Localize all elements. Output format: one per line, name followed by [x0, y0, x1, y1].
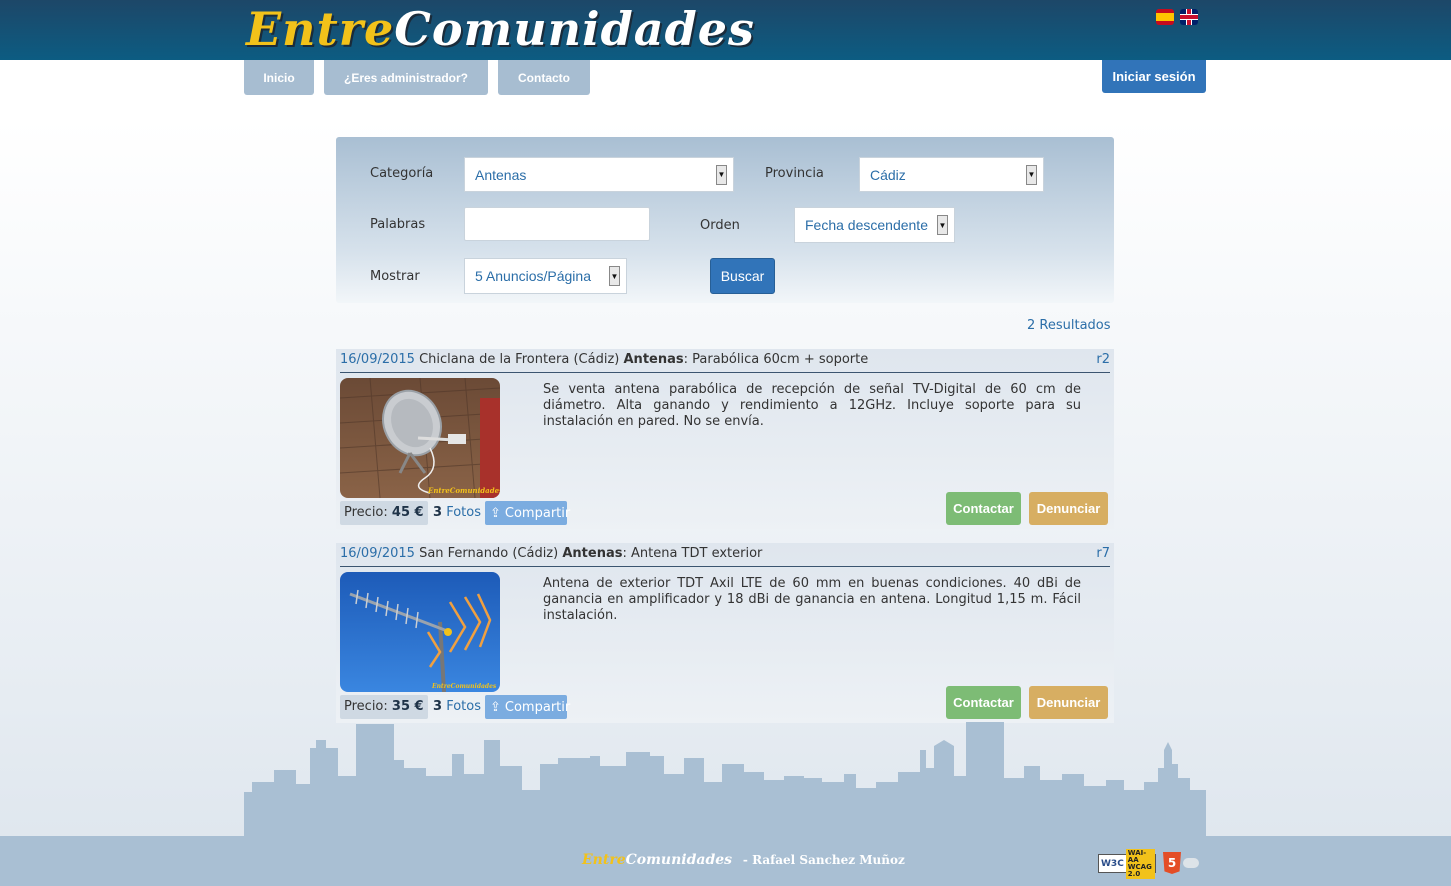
photos-count: 3: [433, 505, 443, 520]
wai-aa-badge-icon[interactable]: W3C WAI-AA WCAG 2.0: [1098, 848, 1156, 879]
chevron-down-icon: ▼: [1026, 164, 1037, 185]
ad-reference[interactable]: r7: [1096, 543, 1110, 565]
categoria-value: Antenas: [475, 166, 527, 183]
html5-toggle-icon: [1183, 858, 1199, 868]
ad-title: : Antena TDT exterior: [622, 546, 763, 561]
photos-label: Fotos: [446, 699, 481, 714]
photos-count: 3: [433, 699, 443, 714]
ad-date: 16/09/2015: [340, 352, 415, 367]
contact-button[interactable]: Contactar: [946, 686, 1021, 719]
share-label: Compartir: [504, 699, 571, 715]
wai-aa-text: WAI-AA: [1127, 848, 1147, 864]
ad-location: San Fernando (Cádiz): [419, 546, 559, 561]
footer-credit: EntreComunidades - Rafael Sanchez Muñoz: [582, 852, 905, 868]
orden-label: Orden: [700, 218, 740, 233]
city-skyline-illustration: [244, 722, 1206, 838]
site-footer: EntreComunidades - Rafael Sanchez Muñoz …: [0, 836, 1451, 886]
ad-card: 16/09/2015 San Fernando (Cádiz) Antenas:…: [336, 543, 1114, 723]
share-button[interactable]: ⇪ Compartir: [485, 695, 571, 719]
wai-aa-label: WAI-AA WCAG 2.0: [1125, 848, 1155, 879]
buscar-button[interactable]: Buscar: [710, 258, 775, 294]
ad-reference[interactable]: r2: [1096, 349, 1110, 371]
share-label: Compartir: [504, 505, 571, 521]
orden-value: Fecha descendente: [805, 217, 928, 233]
provincia-select[interactable]: Cádiz ▼: [859, 157, 1044, 192]
footer-logo-comunidades: Comunidades: [625, 852, 733, 868]
categoria-select[interactable]: Antenas ▼: [464, 157, 734, 192]
ad-photo-satellite-dish[interactable]: EntreComunidades: [340, 378, 500, 498]
contact-button[interactable]: Contactar: [946, 492, 1021, 525]
results-count: 2 Resultados: [1027, 318, 1111, 333]
mostrar-select[interactable]: 5 Anuncios/Página ▼: [464, 258, 627, 294]
html5-badge-icon[interactable]: 5: [1163, 852, 1201, 874]
report-button[interactable]: Denunciar: [1029, 686, 1108, 719]
mostrar-label: Mostrar: [370, 269, 420, 284]
ad-description: Se venta antena parabólica de recepción …: [543, 382, 1081, 429]
site-logo[interactable]: EntreComunidades: [246, 2, 755, 56]
photos-link[interactable]: 3 Fotos: [433, 501, 481, 525]
price-box: Precio: 35 €: [340, 695, 428, 719]
html5-shield-icon: 5: [1163, 852, 1181, 874]
price-value: 45 €: [391, 505, 424, 520]
provincia-value: Cádiz: [870, 166, 906, 183]
price-label: Precio:: [344, 699, 388, 714]
logo-entre: Entre: [246, 2, 395, 56]
wcag-text: WCAG 2.0: [1127, 862, 1152, 878]
report-button[interactable]: Denunciar: [1029, 492, 1108, 525]
login-button[interactable]: Iniciar sesión: [1102, 60, 1206, 93]
orden-select[interactable]: Fecha descendente ▼: [794, 207, 955, 243]
provincia-label: Provincia: [765, 166, 824, 181]
ad-date: 16/09/2015: [340, 546, 415, 561]
ad-header: 16/09/2015 Chiclana de la Frontera (Cádi…: [340, 349, 1110, 373]
photo-watermark: EntreComunidades: [427, 486, 500, 495]
ad-category: Antenas: [623, 352, 684, 367]
es-flag-icon[interactable]: [1156, 9, 1174, 25]
categoria-label: Categoría: [370, 166, 434, 181]
en-flag-icon[interactable]: [1180, 9, 1198, 25]
ad-description: Antena de exterior TDT Axil LTE de 60 mm…: [543, 576, 1081, 623]
logo-comunidades: Comunidades: [394, 2, 755, 56]
ad-header: 16/09/2015 San Fernando (Cádiz) Antenas:…: [340, 543, 1110, 567]
ad-card: 16/09/2015 Chiclana de la Frontera (Cádi…: [336, 349, 1114, 529]
ad-photo-tdt-antenna[interactable]: EntreComunidades: [340, 572, 500, 692]
nav-inicio[interactable]: Inicio: [244, 60, 314, 95]
ad-title: : Parabólica 60cm + soporte: [683, 352, 869, 367]
chevron-down-icon: ▼: [609, 266, 620, 286]
price-label: Precio:: [344, 505, 388, 520]
share-button[interactable]: ⇪ Compartir: [485, 501, 571, 525]
footer-author: - Rafael Sanchez Muñoz: [742, 853, 905, 867]
footer-logo-entre: Entre: [582, 852, 626, 868]
share-icon: ⇪: [490, 505, 501, 521]
share-icon: ⇪: [490, 699, 501, 715]
chevron-down-icon: ▼: [937, 215, 948, 235]
mostrar-value: 5 Anuncios/Página: [475, 268, 591, 284]
language-switcher: [1156, 9, 1198, 25]
price-value: 35 €: [391, 699, 424, 714]
photos-link[interactable]: 3 Fotos: [433, 695, 481, 719]
palabras-label: Palabras: [370, 217, 426, 232]
photos-label: Fotos: [446, 505, 481, 520]
chevron-down-icon: ▼: [716, 164, 727, 185]
photo-watermark: EntreComunidades: [431, 683, 497, 690]
ad-category: Antenas: [562, 546, 623, 561]
site-header: EntreComunidades: [0, 0, 1451, 60]
nav-contacto[interactable]: Contacto: [498, 60, 590, 95]
w3c-logo: W3C: [1099, 858, 1126, 869]
nav-administrador[interactable]: ¿Eres administrador?: [324, 60, 488, 95]
ad-location: Chiclana de la Frontera (Cádiz): [419, 352, 620, 367]
search-panel: Categoría Antenas ▼ Provincia Cádiz ▼ Pa…: [336, 137, 1114, 303]
palabras-input[interactable]: [464, 207, 650, 241]
price-box: Precio: 45 €: [340, 501, 428, 525]
